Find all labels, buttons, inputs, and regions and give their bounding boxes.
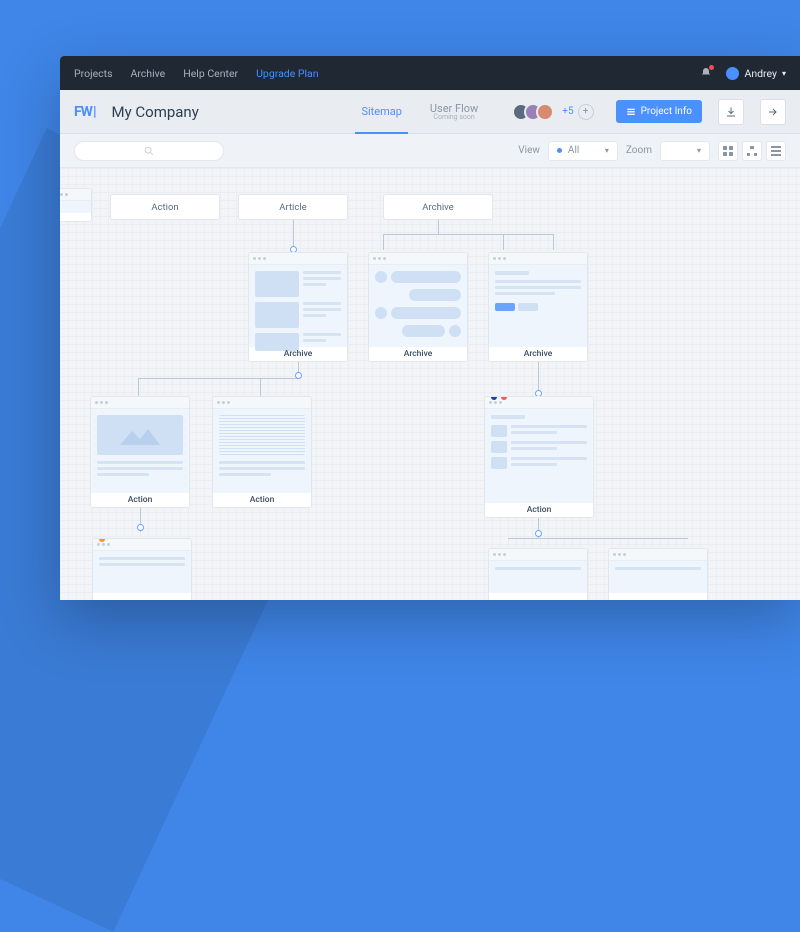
zoom-dropdown[interactable]: ▾ [660,141,710,161]
page-card[interactable]: Action [90,396,190,508]
connector [260,378,261,396]
user-avatar-icon [726,67,739,80]
canvas-toolbar: View All ▾ Zoom ▾ [60,134,800,168]
list-icon [626,107,636,117]
connector [138,378,139,396]
connector [553,234,554,250]
page-chip[interactable]: Action [110,194,220,220]
connector-node[interactable] [295,372,302,379]
top-nav: Projects Archive Help Center Upgrade Pla… [60,56,800,90]
notifications-icon[interactable] [700,67,712,79]
chevron-down-icon: ▾ [697,146,701,155]
view-filter-dropdown[interactable]: All ▾ [548,141,618,161]
user-name: Andrey [744,67,777,80]
connector [383,234,384,250]
collab-avatar[interactable] [536,103,554,121]
status-dot-icon [557,148,562,153]
app-window: Projects Archive Help Center Upgrade Pla… [60,56,800,600]
sitemap-canvas[interactable]: Action Article Archive Archive [60,168,800,600]
zoom-label: Zoom [626,145,652,156]
tab-sitemap[interactable]: Sitemap [347,90,415,134]
nav-projects[interactable]: Projects [74,67,113,80]
share-icon [767,106,779,118]
page-card[interactable] [608,548,708,600]
company-name: My Company [111,103,198,121]
view-tree-button[interactable] [742,141,762,161]
view-label: View [518,145,540,156]
view-list-button[interactable] [766,141,786,161]
nav-help-center[interactable]: Help Center [183,67,238,80]
add-collaborator-button[interactable]: + [578,104,594,120]
page-chip[interactable]: Archive [383,194,493,220]
view-grid-button[interactable] [718,141,738,161]
connector [438,220,439,234]
collaborators: +5 + [512,103,593,121]
app-logo: FW| [74,104,95,120]
share-button[interactable] [760,99,786,125]
project-info-button[interactable]: Project Info [616,100,702,123]
connector-node[interactable] [535,530,542,537]
download-icon [725,106,737,118]
chevron-down-icon: ▾ [782,69,786,78]
project-header: FW| My Company Sitemap User FlowComing s… [60,90,800,134]
connector-node[interactable] [137,524,144,531]
page-card[interactable] [488,548,588,600]
connector [503,234,504,250]
tab-user-flow[interactable]: User FlowComing soon [416,90,492,134]
page-card[interactable]: Archive [368,252,468,362]
connector [383,234,553,235]
page-card[interactable] [92,538,192,600]
chevron-down-icon: ▾ [605,146,609,155]
page-chip[interactable]: Article [238,194,348,220]
connector [138,378,298,379]
page-card[interactable]: Archive [488,252,588,362]
page-card[interactable]: Action [484,396,594,518]
page-card[interactable]: Action [212,396,312,508]
nav-upgrade-plan[interactable]: Upgrade Plan [256,67,318,80]
connector [508,538,688,539]
search-input[interactable] [74,141,224,161]
page-card[interactable]: Archive [248,252,348,362]
nav-archive[interactable]: Archive [131,67,166,80]
user-menu[interactable]: Andrey ▾ [726,67,786,80]
search-icon [144,146,154,156]
export-button[interactable] [718,99,744,125]
page-card[interactable] [60,188,92,222]
collab-more-count[interactable]: +5 [562,106,573,117]
